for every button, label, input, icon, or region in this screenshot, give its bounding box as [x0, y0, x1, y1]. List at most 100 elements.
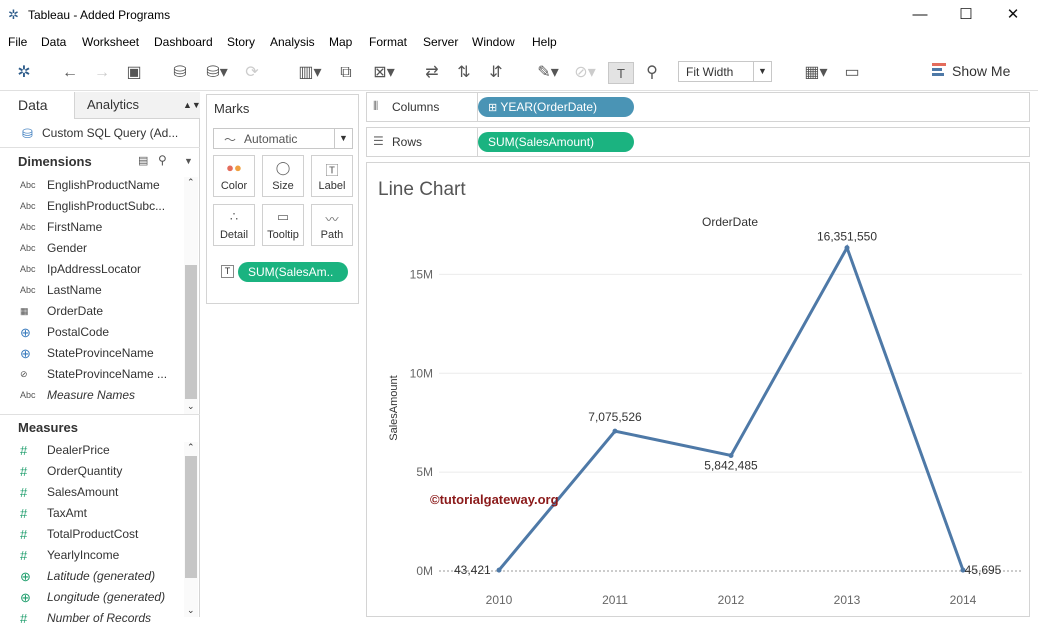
menu-server[interactable]: Server — [423, 35, 458, 49]
field-label: LastName — [47, 283, 102, 297]
title-bar: ✲ Tableau - Added Programs — ☐ ✕ — [0, 0, 1038, 31]
x-tick-label: 2013 — [834, 593, 861, 607]
detail-button[interactable]: ∴ Detail — [213, 204, 255, 246]
color-button[interactable]: ●● Color — [213, 155, 255, 197]
scroll-up-icon[interactable]: ⌃ — [187, 442, 195, 453]
menu-story[interactable]: Story — [227, 35, 255, 49]
sort-arrows-icon[interactable]: ▲▼ — [183, 92, 201, 118]
dimension-field[interactable]: Abc EnglishProductSubc... — [0, 196, 185, 217]
view-list-icon[interactable]: ▤ — [138, 154, 148, 167]
dimension-field[interactable]: Abc Measure Names — [0, 385, 185, 406]
tab-data[interactable]: Data — [0, 92, 75, 119]
measure-field[interactable]: ⊕ Latitude (generated) — [0, 566, 185, 587]
scrollbar-thumb[interactable] — [185, 456, 197, 578]
dimensions-menu-icon[interactable]: ▼ — [184, 156, 193, 166]
label-button[interactable]: 🅃 Label — [311, 155, 353, 197]
data-point[interactable] — [728, 452, 734, 458]
dimension-field[interactable]: ⊘ StateProvinceName ... — [0, 364, 185, 385]
minimize-button[interactable]: — — [905, 4, 935, 26]
datasource-name[interactable]: Custom SQL Query (Ad... — [42, 126, 178, 140]
measure-field[interactable]: ⊕ Longitude (generated) — [0, 587, 185, 608]
menu-help[interactable]: Help — [532, 35, 557, 49]
path-button[interactable]: 〰 Path — [311, 204, 353, 246]
columns-icon: ⦀ — [373, 99, 379, 113]
x-tick-label: 2010 — [486, 593, 513, 607]
data-point[interactable] — [844, 245, 850, 251]
menu-data[interactable]: Data — [41, 35, 66, 49]
clear-sheet-icon[interactable]: ⊠▾ — [366, 62, 402, 84]
data-label: 7,075,526 — [588, 410, 642, 424]
dimension-field[interactable]: Abc Gender — [0, 238, 185, 259]
rows-sum-salesamount-pill[interactable]: SUM(SalesAmount) — [478, 132, 634, 152]
tooltip-button[interactable]: ▭ Tooltip — [262, 204, 304, 246]
scroll-up-icon[interactable]: ⌃ — [187, 177, 195, 188]
expand-plus-icon[interactable]: ⊞ — [488, 102, 497, 114]
pause-updates-icon[interactable]: ⛁▾ — [200, 62, 234, 84]
measure-field[interactable]: # DealerPrice — [0, 440, 185, 461]
dimension-field[interactable]: Abc IpAddressLocator — [0, 259, 185, 280]
sort-ascending-icon[interactable]: ⇅ — [452, 62, 476, 84]
dimensions-scrollbar[interactable]: ⌃ ⌄ — [184, 177, 198, 415]
string-type-icon: Abc — [20, 285, 36, 295]
refresh-icon[interactable]: ⟳ — [240, 62, 264, 84]
field-label: TotalProductCost — [47, 527, 139, 541]
duplicate-icon[interactable]: ⧉ — [334, 62, 358, 84]
data-label: 45,695 — [965, 563, 1002, 577]
sort-descending-icon[interactable]: ⇵ — [484, 62, 508, 84]
mark-type-select[interactable]: 〜 Automatic ▼ — [213, 128, 353, 149]
size-button[interactable]: ◯ Size — [262, 155, 304, 197]
menu-file[interactable]: File — [8, 35, 27, 49]
toolbar: ✲ ← → ▣ ⛁ ⛁▾ ⟳ ▥▾ ⧉ ⊠▾ ⇄ ⇅ ⇵ ✎▾ ⊘▾ T ⚲ ▦… — [0, 55, 1038, 91]
string-type-icon: Abc — [20, 201, 36, 211]
fit-width-select[interactable]: Fit Width ▼ — [678, 61, 772, 82]
tableau-start-icon[interactable]: ✲ — [12, 62, 36, 84]
dimension-field[interactable]: Abc LastName — [0, 280, 185, 301]
y-tick-label: 0M — [416, 564, 433, 578]
new-worksheet-icon[interactable]: ▥▾ — [292, 62, 328, 84]
measure-field[interactable]: # OrderQuantity — [0, 461, 185, 482]
menu-dashboard[interactable]: Dashboard — [154, 35, 213, 49]
tab-analytics[interactable]: Analytics ▲▼ — [75, 92, 201, 119]
marks-sum-sales-pill[interactable]: SUM(SalesAm.. — [238, 262, 348, 282]
menu-window[interactable]: Window — [472, 35, 515, 49]
menu-format[interactable]: Format — [369, 35, 407, 49]
swap-icon[interactable]: ⇄ — [420, 62, 444, 84]
close-button[interactable]: ✕ — [998, 4, 1028, 26]
measure-field[interactable]: # YearlyIncome — [0, 545, 185, 566]
dimension-field[interactable]: ⊕ PostalCode — [0, 322, 185, 343]
measure-field[interactable]: # TotalProductCost — [0, 524, 185, 545]
data-pane: Data Analytics ▲▼ ⛁ Custom SQL Query (Ad… — [0, 92, 201, 626]
scroll-down-icon[interactable]: ⌄ — [187, 605, 195, 616]
forward-icon[interactable]: → — [90, 62, 114, 84]
show-me-button[interactable]: Show Me — [952, 63, 1010, 79]
menu-worksheet[interactable]: Worksheet — [82, 35, 139, 49]
back-icon[interactable]: ← — [58, 62, 82, 84]
group-icon[interactable]: ⊘▾ — [570, 62, 600, 84]
measure-field[interactable]: # SalesAmount — [0, 482, 185, 503]
columns-year-orderdate-pill[interactable]: ⊞ YEAR(OrderDate) — [478, 97, 634, 117]
show-cards-icon[interactable]: ▦▾ — [798, 62, 834, 84]
search-icon[interactable]: ⚲ — [158, 153, 167, 167]
save-icon[interactable]: ▣ — [122, 62, 146, 84]
y-axis-label: SalesAmount — [388, 375, 400, 440]
data-point[interactable] — [612, 428, 618, 434]
tooltip-label: Tooltip — [267, 229, 299, 241]
measure-field[interactable]: # Number of Records — [0, 608, 185, 629]
highlight-icon[interactable]: ✎▾ — [530, 62, 566, 84]
show-labels-icon[interactable]: T — [608, 62, 634, 84]
menu-analysis[interactable]: Analysis — [270, 35, 315, 49]
dimension-field[interactable]: Abc FirstName — [0, 217, 185, 238]
data-point[interactable] — [496, 567, 502, 573]
new-datasource-icon[interactable]: ⛁ — [168, 62, 192, 84]
menu-map[interactable]: Map — [329, 35, 352, 49]
scroll-down-icon[interactable]: ⌄ — [187, 401, 195, 412]
measure-field[interactable]: # TaxAmt — [0, 503, 185, 524]
presentation-icon[interactable]: ▭ — [840, 62, 864, 84]
dimension-field[interactable]: Abc EnglishProductName — [0, 175, 185, 196]
pin-icon[interactable]: ⚲ — [640, 62, 664, 84]
dimension-field[interactable]: ⊕ StateProvinceName — [0, 343, 185, 364]
maximize-button[interactable]: ☐ — [951, 4, 981, 26]
measures-scrollbar[interactable]: ⌃ ⌄ — [184, 442, 198, 617]
scrollbar-thumb[interactable] — [185, 265, 197, 399]
dimension-field[interactable]: ▦ OrderDate — [0, 301, 185, 322]
